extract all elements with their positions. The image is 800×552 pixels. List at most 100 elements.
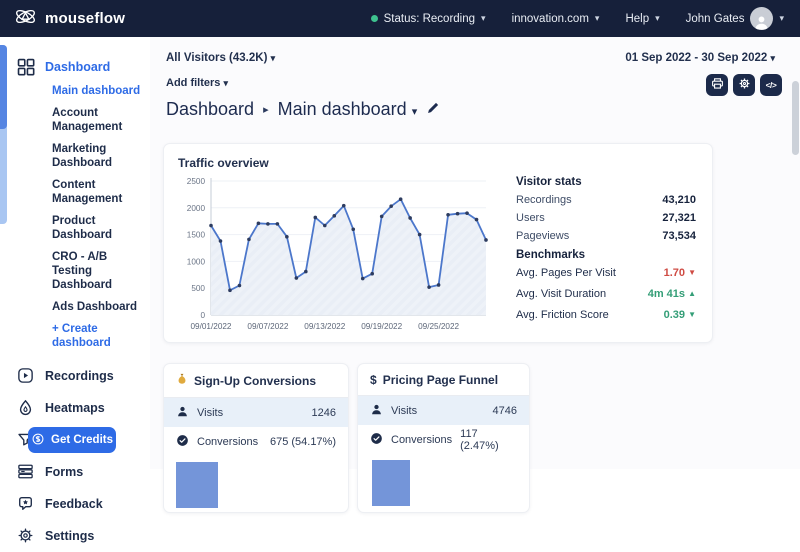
- signup-conversions-card: Sign-Up Conversions Visits 1246: [163, 363, 349, 513]
- stat-row: Pageviews 73,534: [516, 230, 696, 242]
- svg-text:500: 500: [191, 284, 205, 293]
- traffic-chart-svg: 0500100015002000250009/01/202209/07/2022…: [178, 172, 494, 338]
- sidebar-item-settings[interactable]: Settings: [0, 520, 150, 552]
- sidebar-subitem-content-management[interactable]: Content Management: [52, 178, 142, 206]
- traffic-overview-card: Traffic overview 0500100015002000250009/…: [163, 143, 713, 343]
- help-menu[interactable]: Help ▾: [625, 13, 659, 25]
- row-label: Visits: [197, 407, 304, 419]
- trend-down-icon: ▼: [688, 310, 696, 319]
- top-navbar: mouseflow Status: Recording ▾ innovation…: [0, 0, 800, 37]
- brand[interactable]: mouseflow: [14, 5, 125, 33]
- visitor-segment-dropdown[interactable]: All Visitors (43.2K) ▾: [166, 52, 275, 64]
- stat-value: 43,210: [662, 194, 696, 206]
- benchmark-value: 4m 41s: [648, 288, 685, 300]
- add-filters-label: Add filters: [166, 77, 220, 89]
- code-icon: </>: [766, 80, 777, 90]
- svg-text:09/13/2022: 09/13/2022: [304, 322, 345, 331]
- stat-label: Pageviews: [516, 230, 569, 242]
- money-bag-icon: [176, 373, 188, 389]
- svg-text:09/19/2022: 09/19/2022: [361, 322, 402, 331]
- funnel-row-conversions: Conversions 675 (54.17%): [164, 427, 348, 456]
- benchmark-label: Avg. Visit Duration: [516, 288, 606, 300]
- feedback-bubble-icon: [17, 495, 35, 513]
- sidebar-item-dashboard[interactable]: Dashboard: [0, 52, 150, 82]
- svg-text:09/01/2022: 09/01/2022: [191, 322, 232, 331]
- person-icon: [370, 403, 383, 419]
- heatmaps-flame-icon: [17, 399, 35, 417]
- stat-value: 73,534: [662, 230, 696, 242]
- row-label: Visits: [391, 405, 485, 417]
- sidebar-item-label: Feedback: [45, 497, 103, 511]
- recordings-play-icon: [17, 367, 35, 385]
- breadcrumb-section[interactable]: Dashboard: [166, 99, 254, 120]
- trend-up-icon: ▲: [688, 289, 696, 298]
- create-dashboard-button[interactable]: + Create dashboard: [52, 322, 142, 350]
- sidebar-item-feedback[interactable]: Feedback: [0, 488, 150, 520]
- sidebar-item-recordings[interactable]: Recordings: [0, 360, 150, 392]
- sidebar-item-forms[interactable]: Forms: [0, 456, 150, 488]
- benchmark-row: Avg. Pages Per Visit 1.70 ▼: [516, 267, 696, 279]
- sidebar-item-label: Dashboard: [45, 60, 110, 74]
- get-credits-label: Get Credits: [51, 434, 113, 446]
- funnel-row-visits: Visits 4746: [358, 396, 529, 425]
- chevron-right-icon: ▸: [263, 103, 269, 116]
- traffic-chart: 0500100015002000250009/01/202209/07/2022…: [178, 172, 494, 343]
- print-button[interactable]: [706, 74, 728, 96]
- sidebar-item-label: Settings: [45, 529, 94, 543]
- chevron-down-icon: ▾: [481, 14, 486, 23]
- user-menu[interactable]: John Gates ▾: [686, 7, 784, 30]
- row-value: 675 (54.17%): [270, 436, 336, 448]
- chevron-down-icon: ▾: [770, 53, 775, 63]
- edit-dashboard-button[interactable]: [426, 99, 440, 120]
- dashboard-grid-icon: [17, 58, 35, 76]
- date-range-picker[interactable]: 01 Sep 2022 - 30 Sep 2022 ▾: [625, 52, 775, 64]
- sidebar-scrollbar-track[interactable]: [0, 45, 7, 224]
- avatar[interactable]: [750, 7, 773, 30]
- breadcrumb-page-dropdown[interactable]: Main dashboard ▾: [278, 99, 418, 120]
- embed-code-button[interactable]: </>: [760, 74, 782, 96]
- breadcrumb: Dashboard ▸ Main dashboard ▾: [166, 99, 440, 120]
- sidebar-subitem-product-dashboard[interactable]: Product Dashboard: [52, 214, 142, 242]
- row-value: 117 (2.47%): [460, 428, 517, 452]
- page-scrollbar-thumb[interactable]: [792, 81, 799, 155]
- visitor-stats-title: Visitor stats: [516, 176, 696, 188]
- sidebar-item-heatmaps[interactable]: Heatmaps: [0, 392, 150, 424]
- add-filters-button[interactable]: Add filters ▾: [166, 77, 228, 89]
- sidebar-subitem-marketing-dashboard[interactable]: Marketing Dashboard: [52, 142, 142, 170]
- site-menu[interactable]: innovation.com ▾: [512, 13, 600, 25]
- chevron-down-icon: ▾: [779, 14, 784, 23]
- stat-label: Users: [516, 212, 545, 224]
- svg-text:2000: 2000: [187, 204, 206, 213]
- row-value: 1246: [312, 407, 336, 419]
- card-title: Sign-Up Conversions: [194, 374, 316, 388]
- main-content: All Visitors (43.2K) ▾ 01 Sep 2022 - 30 …: [150, 37, 800, 469]
- status-menu[interactable]: Status: Recording ▾: [371, 13, 486, 25]
- sidebar-item-label: Forms: [45, 465, 83, 479]
- mouseflow-logo-icon: [14, 5, 37, 33]
- forms-rows-icon: [17, 463, 35, 481]
- sidebar-scrollbar-thumb[interactable]: [0, 45, 7, 129]
- person-icon: [176, 405, 189, 421]
- chevron-down-icon: ▾: [412, 106, 418, 118]
- sidebar-subitem-main-dashboard[interactable]: Main dashboard: [52, 84, 142, 98]
- benchmark-label: Avg. Friction Score: [516, 309, 609, 321]
- check-circle-icon: [176, 434, 189, 450]
- date-range-label: 01 Sep 2022 - 30 Sep 2022: [625, 52, 767, 64]
- sidebar-subitem-account-management[interactable]: Account Management: [52, 106, 142, 134]
- widget-settings-button[interactable]: [733, 74, 755, 96]
- trend-down-icon: ▼: [688, 268, 696, 277]
- svg-text:0: 0: [200, 311, 205, 320]
- sidebar-subitem-cro-ab-testing-dashboard[interactable]: CRO - A/B Testing Dashboard: [52, 250, 142, 292]
- svg-text:09/07/2022: 09/07/2022: [247, 322, 288, 331]
- user-name: John Gates: [686, 13, 745, 25]
- get-credits-button[interactable]: Get Credits: [28, 427, 116, 453]
- benchmark-value: 1.70: [664, 267, 685, 279]
- benchmark-value: 0.39: [664, 309, 685, 321]
- gear-icon: [738, 77, 751, 93]
- benchmark-row: Avg. Visit Duration 4m 41s ▲: [516, 288, 696, 300]
- chevron-down-icon: ▾: [271, 53, 276, 63]
- segment-label: All Visitors (43.2K): [166, 52, 267, 64]
- sidebar-subitem-ads-dashboard[interactable]: Ads Dashboard: [52, 300, 142, 314]
- check-circle-icon: [370, 432, 383, 448]
- funnel-bar: [372, 460, 410, 506]
